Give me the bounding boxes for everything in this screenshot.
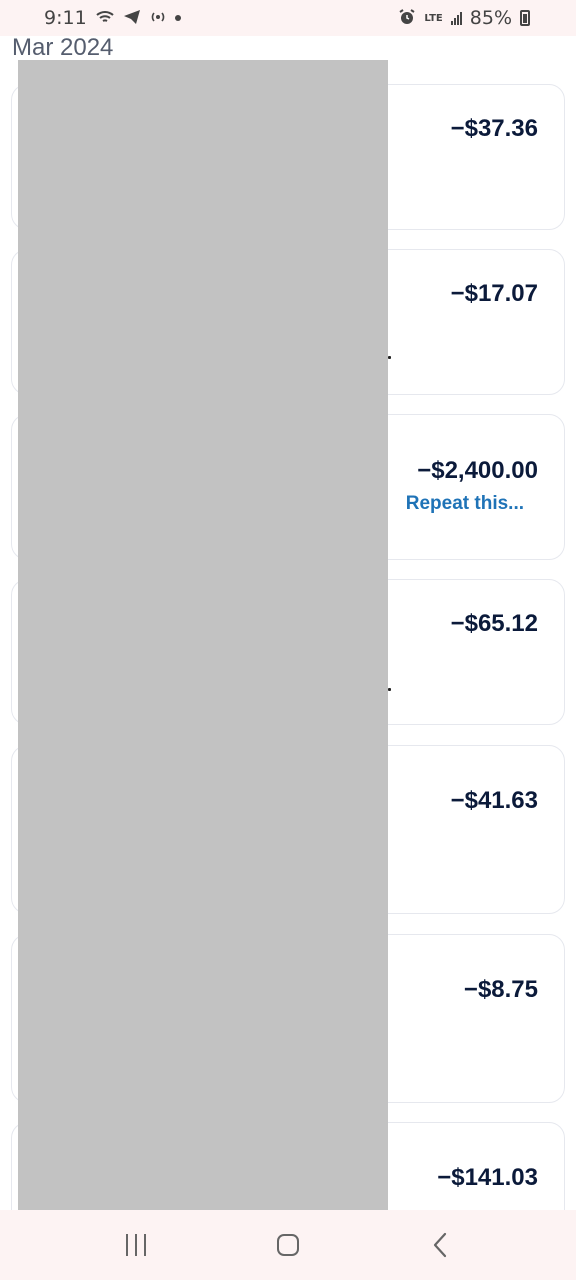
wifi-icon bbox=[95, 9, 115, 28]
telegram-icon bbox=[123, 9, 141, 28]
text-fragment bbox=[388, 356, 391, 359]
recents-button[interactable] bbox=[106, 1225, 166, 1265]
status-bar: 9:11 LTE 85% bbox=[0, 0, 576, 36]
hotspot-icon bbox=[149, 9, 167, 28]
battery-icon bbox=[520, 10, 530, 26]
back-icon bbox=[433, 1232, 447, 1258]
status-bar-right: LTE 85% bbox=[398, 7, 530, 29]
month-header: Mar 2024 bbox=[12, 34, 114, 61]
back-button[interactable] bbox=[410, 1225, 470, 1265]
transaction-amount: −$41.63 bbox=[450, 787, 538, 814]
network-type: LTE bbox=[424, 12, 443, 24]
transaction-amount: −$8.75 bbox=[463, 976, 538, 1003]
repeat-transaction-link[interactable]: Repeat this... bbox=[406, 493, 524, 515]
text-fragment bbox=[388, 688, 391, 691]
transaction-amount: −$141.03 bbox=[437, 1164, 538, 1191]
transaction-amount: −$37.36 bbox=[450, 115, 538, 142]
transaction-amount: −$2,400.00 bbox=[417, 457, 538, 484]
system-nav-bar bbox=[0, 1210, 576, 1280]
signal-icon bbox=[450, 11, 462, 25]
redaction-block bbox=[18, 60, 388, 1227]
status-bar-left: 9:11 bbox=[44, 7, 181, 29]
battery-percent: 85% bbox=[469, 7, 512, 29]
home-icon bbox=[277, 1234, 299, 1256]
transaction-amount: −$17.07 bbox=[450, 280, 538, 307]
recents-icon bbox=[126, 1234, 146, 1256]
alarm-icon bbox=[398, 8, 416, 29]
status-time: 9:11 bbox=[44, 7, 87, 29]
home-button[interactable] bbox=[258, 1225, 318, 1265]
transaction-amount: −$65.12 bbox=[450, 610, 538, 637]
notification-dot-icon bbox=[174, 15, 181, 21]
